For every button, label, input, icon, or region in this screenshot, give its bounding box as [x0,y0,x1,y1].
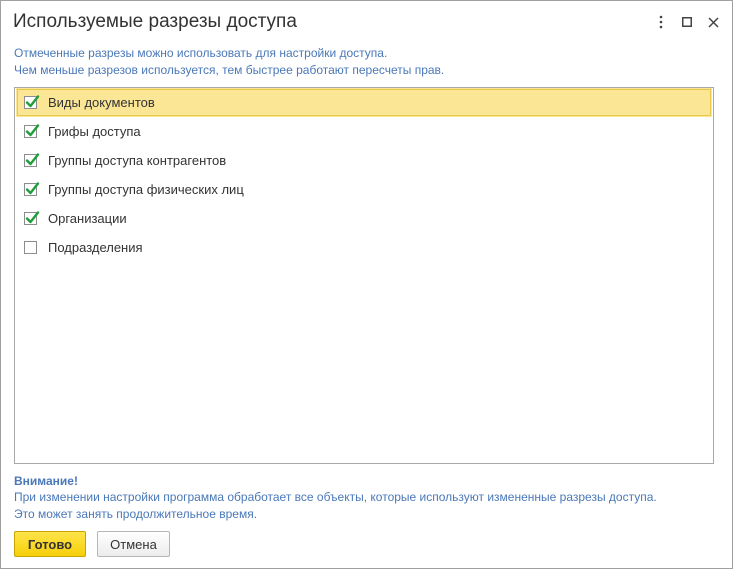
list-item[interactable]: Виды документов [16,88,712,117]
checkbox[interactable] [24,153,40,167]
cancel-button[interactable]: Отмена [97,531,170,557]
checkbox[interactable] [24,124,40,138]
dialog-window: Используемые разрезы доступа Отмеченные … [0,0,733,569]
warning-line-1: При изменении настройки программа обрабо… [14,490,657,504]
info-line-2: Чем меньше разрезов используется, тем бы… [14,63,445,77]
check-icon [25,95,40,108]
list-item[interactable]: Группы доступа контрагентов [15,146,713,175]
warning-line-2: Это может занять продолжительное время. [14,507,258,521]
title-controls [648,11,726,33]
checkbox[interactable] [24,95,40,109]
list-item-label: Виды документов [48,95,155,110]
list-item[interactable]: Подразделения [15,233,713,262]
more-options-icon[interactable] [648,11,674,33]
check-icon [25,182,40,195]
list-item[interactable]: Организации [15,204,713,233]
checkbox[interactable] [24,241,37,254]
list-item-label: Группы доступа контрагентов [48,153,227,168]
warning-text: При изменении настройки программа обрабо… [14,489,657,523]
list-item[interactable]: Группы доступа физических лиц [15,175,713,204]
list-item-label: Группы доступа физических лиц [48,182,244,197]
done-button[interactable]: Готово [14,531,86,557]
list-item[interactable]: Грифы доступа [15,117,713,146]
list-item-label: Подразделения [48,240,143,255]
access-sections-list[interactable]: Виды документов Грифы доступа Группы дос… [14,87,714,464]
list-item-label: Организации [48,211,127,226]
info-text: Отмеченные разрезы можно использовать дл… [14,45,444,79]
checkbox[interactable] [24,182,40,196]
close-icon[interactable] [700,11,726,33]
check-icon [25,153,40,166]
checkbox[interactable] [24,211,40,225]
warning-title: Внимание! [14,474,78,488]
check-icon [25,211,40,224]
info-line-1: Отмеченные разрезы можно использовать дл… [14,46,388,60]
maximize-icon[interactable] [674,11,700,33]
dialog-title: Используемые разрезы доступа [13,11,297,32]
list-item-label: Грифы доступа [48,124,141,139]
check-icon [25,124,40,137]
